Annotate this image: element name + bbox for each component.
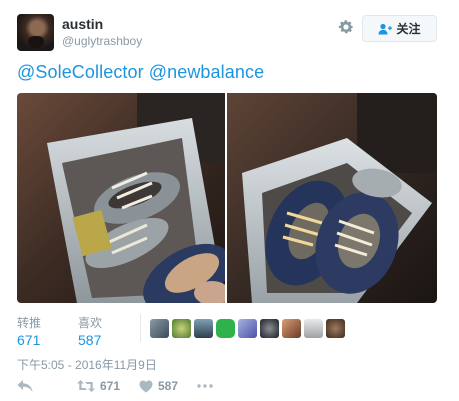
retweets-count: 671: [17, 332, 41, 348]
liker-avatar[interactable]: [282, 319, 301, 338]
likes-count: 587: [78, 332, 102, 348]
liker-avatar[interactable]: [216, 319, 235, 338]
follow-button-label: 关注: [396, 22, 421, 36]
tweet-photo-1[interactable]: [17, 93, 225, 303]
liker-avatar[interactable]: [304, 319, 323, 338]
follow-button[interactable]: 关注: [362, 15, 437, 42]
tweet-timestamp[interactable]: 下午5:05 - 2016年11月9日: [17, 356, 157, 373]
likes-label: 喜欢: [78, 316, 103, 330]
liker-avatar[interactable]: [150, 319, 169, 338]
retweet-button[interactable]: 671: [77, 377, 120, 395]
liker-avatar[interactable]: [194, 319, 213, 338]
retweet-icon: [77, 379, 95, 393]
like-button[interactable]: 587: [139, 377, 178, 395]
likes-stat[interactable]: 喜欢 587: [78, 314, 102, 348]
avatar-face: [28, 36, 44, 48]
follow-user-icon: [378, 23, 393, 35]
retweet-action-count: 671: [100, 379, 121, 393]
retweet-stat[interactable]: 转推 671: [17, 314, 41, 348]
tweet-text: @SoleCollector @newbalance: [17, 62, 269, 83]
gear-icon[interactable]: [337, 18, 355, 36]
avatar[interactable]: [17, 14, 54, 51]
tweet-card: austin @uglytrashboy 关注 @SoleCollector @n…: [0, 0, 459, 401]
more-button[interactable]: [197, 377, 213, 395]
retweets-label: 转推: [17, 316, 42, 330]
liker-avatar[interactable]: [172, 319, 191, 338]
reply-button[interactable]: [17, 377, 33, 395]
heart-icon: [139, 380, 153, 393]
more-dots-icon: [197, 384, 213, 388]
mention-newbalance[interactable]: @newbalance: [149, 62, 264, 82]
tweet-photo-2[interactable]: [227, 93, 437, 303]
reply-icon: [17, 379, 33, 393]
liker-avatars: [150, 319, 345, 338]
liker-avatar[interactable]: [238, 319, 257, 338]
mention-solecollector[interactable]: @SoleCollector: [17, 62, 144, 82]
stats-divider: [140, 314, 141, 342]
liker-avatar[interactable]: [326, 319, 345, 338]
user-handle[interactable]: @uglytrashboy: [62, 34, 142, 48]
like-action-count: 587: [158, 379, 179, 393]
display-name[interactable]: austin: [62, 16, 103, 32]
liker-avatar[interactable]: [260, 319, 279, 338]
